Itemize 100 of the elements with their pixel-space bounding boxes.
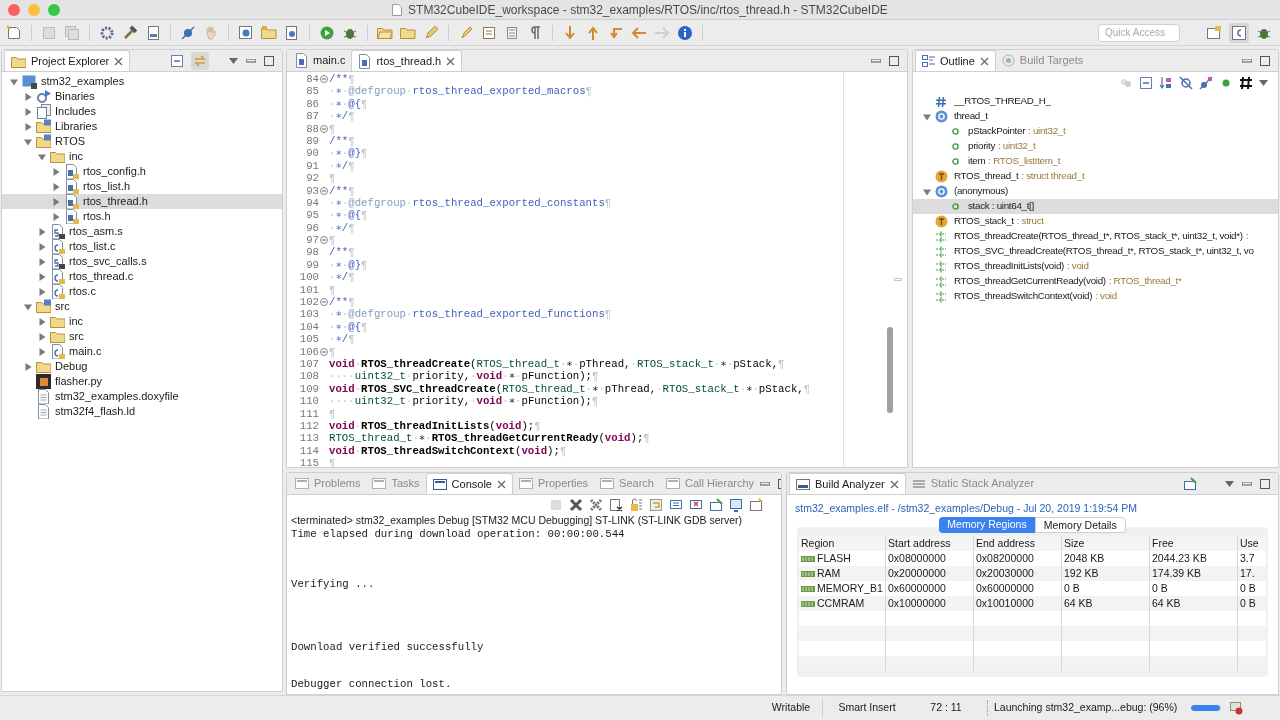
collapsed-arrow-icon[interactable] xyxy=(24,362,32,371)
hide-static-icon[interactable] xyxy=(1199,76,1213,90)
collapse-marker-icon[interactable] xyxy=(320,124,328,133)
remove-launch-icon[interactable] xyxy=(569,497,583,512)
close-icon[interactable] xyxy=(496,479,506,489)
minimize-icon[interactable] xyxy=(871,58,881,63)
word-wrap-icon[interactable] xyxy=(649,497,663,512)
collapse-marker-icon[interactable] xyxy=(320,298,328,307)
new-file-icon[interactable] xyxy=(6,24,22,41)
outline-item[interactable]: RTOS_threadSwitchContext(void) : void xyxy=(913,289,1278,304)
tree-item[interactable]: Includes xyxy=(2,104,282,119)
quick-access-field[interactable]: Quick Access xyxy=(1098,23,1180,42)
tree-item[interactable]: Libraries xyxy=(2,119,282,134)
close-button[interactable] xyxy=(8,3,20,16)
tree-item[interactable]: rtos_thread.c xyxy=(2,269,282,284)
collapse-marker-icon[interactable] xyxy=(320,75,328,84)
minimize-icon[interactable] xyxy=(1242,481,1252,486)
collapsed-arrow-icon[interactable] xyxy=(38,242,46,251)
tree-item[interactable]: flasher.py xyxy=(2,374,282,389)
collapse-marker-icon[interactable] xyxy=(320,347,328,356)
collapsed-arrow-icon[interactable] xyxy=(24,107,32,116)
tree-item[interactable]: rtos_list.c xyxy=(2,239,282,254)
pencil-icon[interactable] xyxy=(423,24,439,41)
scroll-thumb[interactable] xyxy=(886,327,893,413)
new-class-icon[interactable] xyxy=(238,24,254,41)
collapsed-arrow-icon[interactable] xyxy=(38,317,46,326)
view-tab[interactable]: Build Analyzer xyxy=(789,473,906,494)
outline-item[interactable]: priority : uint32_t xyxy=(913,139,1278,154)
annotation-icon[interactable] xyxy=(481,24,497,41)
pin-icon[interactable] xyxy=(1183,476,1197,491)
clear-console-icon[interactable] xyxy=(609,497,623,512)
expanded-arrow-icon[interactable] xyxy=(24,302,32,311)
tree-item[interactable]: RTOS xyxy=(2,134,282,149)
expanded-arrow-icon[interactable] xyxy=(923,112,931,121)
outline-item[interactable]: item : RTOS_listItem_t xyxy=(913,154,1278,169)
maximize-icon[interactable] xyxy=(1260,55,1270,66)
close-icon[interactable] xyxy=(979,56,989,66)
hide-macros-icon[interactable] xyxy=(1239,76,1253,90)
view-tab[interactable]: Project Explorer xyxy=(4,50,131,71)
remove-all-icon[interactable] xyxy=(589,497,603,512)
outline-item[interactable]: pStackPointer : uint32_t xyxy=(913,124,1278,139)
outline-item[interactable]: RTOS_thread_t : struct thread_t xyxy=(913,169,1278,184)
block-selection-icon[interactable] xyxy=(504,24,520,41)
maximize-icon[interactable] xyxy=(264,55,274,66)
tree-item[interactable]: inc xyxy=(2,314,282,329)
collapse-all-icon[interactable] xyxy=(171,54,183,67)
collapse-marker-icon[interactable] xyxy=(320,186,328,195)
maximize-icon[interactable] xyxy=(1260,478,1270,489)
up-arrow-icon[interactable] xyxy=(585,24,601,41)
highlight-icon[interactable] xyxy=(458,24,474,41)
show-stderr-icon[interactable] xyxy=(689,497,703,512)
close-icon[interactable] xyxy=(889,479,899,489)
binary-file-icon[interactable] xyxy=(145,24,161,41)
outline-item[interactable]: thread_t xyxy=(913,109,1278,124)
collapsed-arrow-icon[interactable] xyxy=(38,332,46,341)
minimize-icon[interactable] xyxy=(246,58,256,63)
outline-item[interactable]: RTOS_threadCreate(RTOS_thread_t*, RTOS_stack_t*, uint32_t, void*) : xyxy=(913,229,1278,244)
outline-item[interactable]: stack : uint64_t[] xyxy=(913,199,1278,214)
expanded-arrow-icon[interactable] xyxy=(923,187,931,196)
back-arrow-icon[interactable] xyxy=(631,24,647,41)
editor-tab[interactable]: main.c xyxy=(289,50,352,71)
maximize-icon[interactable] xyxy=(889,55,899,66)
pin-console-icon[interactable] xyxy=(709,497,723,512)
view-menu-icon[interactable] xyxy=(1225,480,1234,487)
cpp-perspective-button[interactable] xyxy=(1229,22,1249,43)
collapsed-arrow-icon[interactable] xyxy=(38,227,46,236)
file-info-link[interactable]: stm32_examples.elf - /stm32_examples/Debug - Jul 20, 2019 1:19:54 PM xyxy=(787,495,1278,517)
view-tab[interactable]: Console xyxy=(425,473,513,494)
collapsed-arrow-icon[interactable] xyxy=(52,197,60,206)
collapsed-arrow-icon[interactable] xyxy=(52,212,60,221)
tree-item[interactable]: Binaries xyxy=(2,89,282,104)
column-header[interactable]: Use xyxy=(1238,535,1265,552)
skip-breakpoints-icon[interactable] xyxy=(180,24,196,41)
outline-item[interactable]: RTOS_SVC_threadCreate(RTOS_thread_t*, RTOS_stack_t*, uint32_t, vo xyxy=(913,244,1278,259)
down-arrow-icon[interactable] xyxy=(562,24,578,41)
tree-item[interactable]: stm32_examples xyxy=(2,74,282,89)
tree-item[interactable]: inc xyxy=(2,149,282,164)
tree-item[interactable]: stm32_examples.doxyfile xyxy=(2,389,282,404)
close-icon[interactable] xyxy=(446,56,456,66)
editor-tab[interactable]: rtos_thread.h xyxy=(351,50,463,71)
sort-icon[interactable] xyxy=(1159,76,1173,90)
collapsed-arrow-icon[interactable] xyxy=(24,122,32,131)
outline-item[interactable]: RTOS_threadInitLists(void) : void xyxy=(913,259,1278,274)
outline-item[interactable]: __RTOS_THREAD_H_ xyxy=(913,94,1278,109)
show-stdout-icon[interactable] xyxy=(669,497,683,512)
segment-tab[interactable]: Memory Details xyxy=(1034,517,1126,533)
tree-item[interactable]: src xyxy=(2,299,282,314)
perspective-icon[interactable] xyxy=(1206,24,1222,41)
collapsed-arrow-icon[interactable] xyxy=(38,347,46,356)
new-folder-icon[interactable] xyxy=(261,24,277,41)
collapsed-arrow-icon[interactable] xyxy=(38,287,46,296)
new-source-file-icon[interactable] xyxy=(284,24,300,41)
tree-item[interactable]: rtos.c xyxy=(2,284,282,299)
display-console-icon[interactable] xyxy=(729,497,743,512)
collapsed-arrow-icon[interactable] xyxy=(52,167,60,176)
tree-item[interactable]: rtos_thread.h xyxy=(2,194,282,209)
outline-item[interactable]: RTOS_stack_t : struct xyxy=(913,214,1278,229)
tree-item[interactable]: rtos_asm.s xyxy=(2,224,282,239)
expanded-arrow-icon[interactable] xyxy=(24,137,32,146)
scroll-lock-icon[interactable] xyxy=(629,497,643,512)
